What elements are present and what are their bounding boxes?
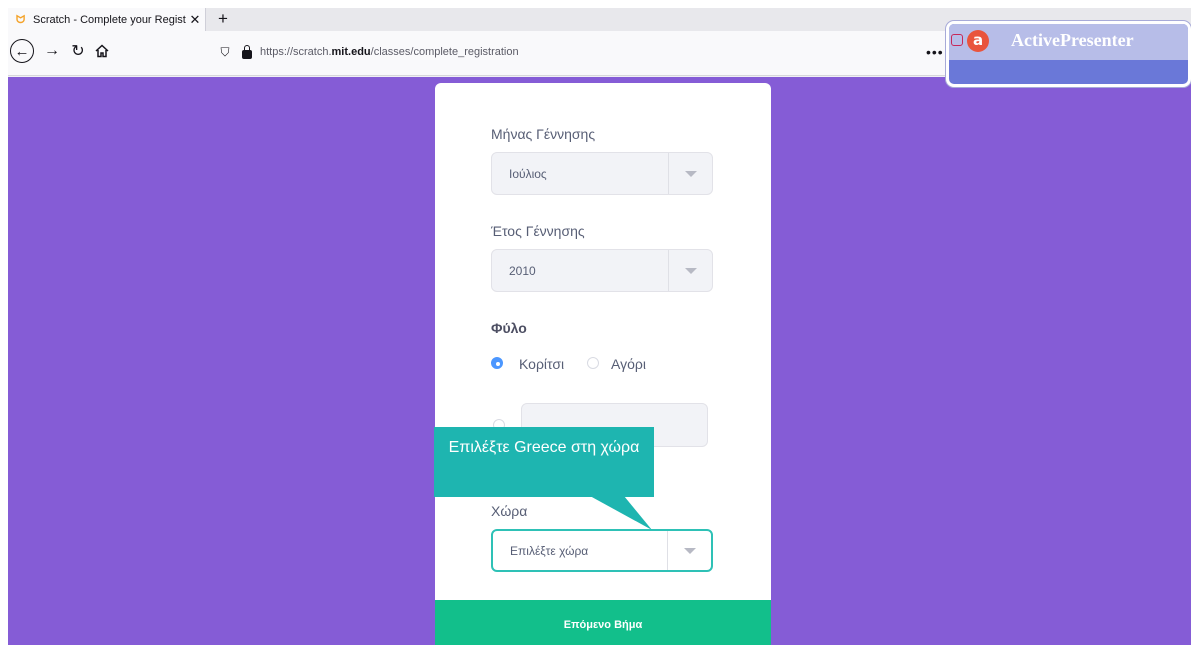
gender-label-girl: Κορίτσι — [519, 356, 565, 372]
back-arrow-icon: ← — [14, 42, 30, 60]
country-select[interactable]: Επιλέξτε χώρα — [491, 529, 713, 572]
birth-year-value: 2010 — [509, 263, 536, 278]
forward-button[interactable]: → — [40, 39, 64, 63]
registration-card: Μήνας Γέννησης Ιούλιος Έτος Γέννησης 201… — [435, 83, 771, 645]
birth-year-select[interactable]: 2010 — [491, 249, 713, 292]
back-button[interactable]: ← — [10, 39, 34, 63]
next-step-button[interactable]: Επόμενο Βήμα — [435, 600, 771, 645]
home-button[interactable] — [90, 39, 114, 63]
new-tab-button[interactable]: + — [213, 8, 233, 31]
lock-icon[interactable] — [242, 44, 252, 59]
gender-title: Φύλο — [491, 320, 527, 336]
chevron-down-icon — [684, 170, 697, 177]
gender-label-boy: Αγόρι — [611, 356, 646, 372]
reload-icon: ↻ — [71, 43, 85, 60]
birth-year-dropdown[interactable] — [668, 250, 712, 291]
chevron-down-icon — [683, 547, 696, 554]
birth-year-label: Έτος Γέννησης — [491, 223, 585, 239]
browser-tab[interactable]: ᗢ Scratch - Complete your Regist ✕ — [8, 8, 206, 31]
chevron-down-icon — [684, 267, 697, 274]
tab-close-icon[interactable]: ✕ — [187, 12, 203, 28]
activepresenter-overlay: a ActivePresenter — [946, 21, 1191, 87]
country-dropdown[interactable] — [667, 531, 711, 570]
tab-title: Scratch - Complete your Regist — [33, 13, 186, 26]
country-label: Χώρα — [491, 503, 528, 519]
country-placeholder: Επιλέξτε χώρα — [510, 543, 589, 558]
page-actions-menu-icon[interactable]: ••• — [926, 44, 944, 60]
browser-window: ᗢ Scratch - Complete your Regist ✕ + ← →… — [8, 8, 1191, 645]
gender-radio-girl[interactable] — [491, 357, 503, 369]
pocket-icon — [951, 34, 963, 46]
page-background: Μήνας Γέννησης Ιούλιος Έτος Γέννησης 201… — [8, 77, 1191, 645]
birth-month-label: Μήνας Γέννησης — [491, 126, 596, 142]
scratch-favicon-icon: ᗢ — [16, 13, 26, 26]
tracking-shield-icon[interactable]: ⛉ — [218, 45, 232, 60]
birth-month-dropdown[interactable] — [668, 153, 712, 194]
instruction-callout: Επιλέξτε Greece στη χώρα — [434, 427, 654, 497]
reload-button[interactable]: ↻ — [66, 39, 90, 63]
birth-month-value: Ιούλιος — [509, 166, 547, 181]
forward-arrow-icon: → — [44, 42, 60, 59]
activepresenter-brand: ActivePresenter — [1011, 30, 1134, 50]
gender-radio-boy[interactable] — [587, 357, 599, 369]
url-bar[interactable]: ⛉ https://scratch.mit.edu/classes/comple… — [218, 41, 908, 63]
activepresenter-logo-icon: a — [967, 30, 989, 52]
home-icon — [95, 44, 109, 58]
url-text[interactable]: https://scratch.mit.edu/classes/complete… — [260, 46, 519, 58]
birth-month-select[interactable]: Ιούλιος — [491, 152, 713, 195]
